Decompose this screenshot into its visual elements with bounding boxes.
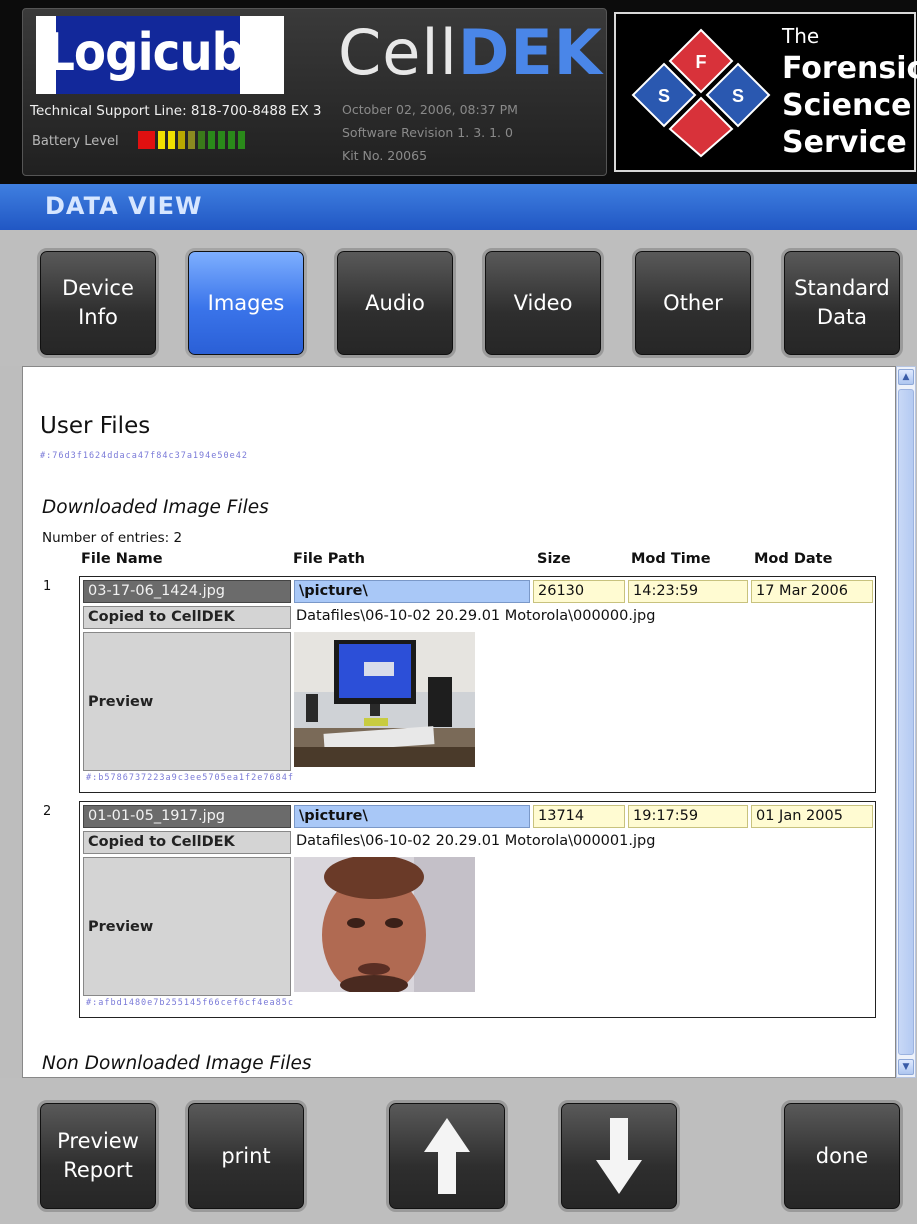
tab-other[interactable]: Other <box>632 248 754 358</box>
arrow-up-icon <box>424 1118 470 1194</box>
print-button[interactable]: print <box>185 1100 307 1212</box>
battery-level-indicator <box>138 131 245 149</box>
column-header-file-path: File Path <box>293 551 366 567</box>
preview-image-face[interactable] <box>294 857 475 992</box>
column-header-mod-date: Mod Date <box>754 551 833 567</box>
svg-text:S: S <box>732 86 744 106</box>
table-row: 03-17-06_1424.jpg \picture\ 26130 14:23:… <box>79 576 876 793</box>
tab-device-info[interactable]: Device Info <box>37 248 159 358</box>
size-cell: 26130 <box>533 580 625 603</box>
column-header-size: Size <box>537 551 571 567</box>
mod-date-cell: 01 Jan 2005 <box>751 805 873 828</box>
arrow-down-icon <box>596 1118 642 1194</box>
app-header: Logicube Technical Support Line: 818-700… <box>0 0 917 184</box>
support-line: Technical Support Line: 818-700-8488 EX … <box>30 103 322 119</box>
mod-date-cell: 17 Mar 2006 <box>751 580 873 603</box>
downloaded-images-heading: Downloaded Image Files <box>42 497 269 518</box>
scroll-down-button[interactable] <box>558 1100 680 1212</box>
entries-count: Number of entries: 2 <box>42 530 183 546</box>
svg-text:S: S <box>658 86 670 106</box>
software-revision: Software Revision 1. 3. 1. 0 <box>342 125 513 140</box>
preview-label: Preview <box>83 632 291 771</box>
record-number: 1 <box>43 579 52 594</box>
table-row: 01-01-05_1917.jpg \picture\ 13714 19:17:… <box>79 801 876 1018</box>
section-hash: #:76d3f1624ddaca47f84c37a194e50e42 <box>40 451 248 461</box>
logicube-logo: Logicube <box>36 16 284 94</box>
kit-number: Kit No. 20065 <box>342 148 428 163</box>
file-path-cell: \picture\ <box>294 805 530 828</box>
battery-label: Battery Level <box>32 134 119 149</box>
column-header-file-name: File Name <box>81 551 163 567</box>
copied-label: Copied to CellDEK <box>83 606 291 629</box>
tab-video[interactable]: Video <box>482 248 604 358</box>
mod-time-cell: 14:23:59 <box>628 580 748 603</box>
vertical-scrollbar[interactable]: ▲ ▼ <box>896 366 916 1078</box>
report-content[interactable]: User Files #:76d3f1624ddaca47f84c37a194e… <box>22 366 896 1078</box>
preview-image-desktop[interactable] <box>294 632 475 767</box>
record-number: 2 <box>43 804 52 819</box>
section-title: User Files <box>40 413 151 439</box>
scroll-down-arrow-icon[interactable]: ▼ <box>898 1059 914 1075</box>
tab-audio[interactable]: Audio <box>334 248 456 358</box>
view-title-bar: DATA VIEW <box>0 184 917 230</box>
logo-text: Logicube <box>45 23 276 83</box>
copied-path: Datafiles\06-10-02 20.29.01 Motorola\000… <box>296 833 656 849</box>
copied-path: Datafiles\06-10-02 20.29.01 Motorola\000… <box>296 608 656 624</box>
datetime: October 02, 2006, 08:37 PM <box>342 102 518 117</box>
scroll-up-button[interactable] <box>386 1100 508 1212</box>
non-downloaded-images-heading: Non Downloaded Image Files <box>42 1053 312 1074</box>
category-tabs: Device Info Images Audio Video Other Sta… <box>0 230 917 366</box>
tab-standard-data[interactable]: Standard Data <box>781 248 903 358</box>
column-header-mod-time: Mod Time <box>631 551 711 567</box>
done-button[interactable]: done <box>781 1100 903 1212</box>
fss-name: The Forensic Science Service <box>782 24 917 160</box>
scroll-up-arrow-icon[interactable]: ▲ <box>898 369 914 385</box>
mod-time-cell: 19:17:59 <box>628 805 748 828</box>
copied-label: Copied to CellDEK <box>83 831 291 854</box>
fss-logo-box: F S S The Forensic Science Service <box>614 12 917 172</box>
product-name: CellDEK <box>338 16 603 89</box>
file-name-cell: 03-17-06_1424.jpg <box>83 580 291 603</box>
file-name-cell: 01-01-05_1917.jpg <box>83 805 291 828</box>
preview-label: Preview <box>83 857 291 996</box>
fss-diamond-logo: F S S <box>631 28 771 158</box>
file-path-cell: \picture\ <box>294 580 530 603</box>
view-title: DATA VIEW <box>45 192 203 220</box>
bottom-toolbar: Preview Report print done <box>0 1078 917 1224</box>
size-cell: 13714 <box>533 805 625 828</box>
record-hash: #:afbd1480e7b255145f66cef6cf4ea85c <box>86 998 294 1008</box>
preview-report-button[interactable]: Preview Report <box>37 1100 159 1212</box>
tab-images[interactable]: Images <box>185 248 307 358</box>
scroll-thumb[interactable] <box>898 389 914 1055</box>
svg-text:F: F <box>696 52 707 72</box>
record-hash: #:b5786737223a9c3ee5705ea1f2e7684f <box>86 773 294 783</box>
